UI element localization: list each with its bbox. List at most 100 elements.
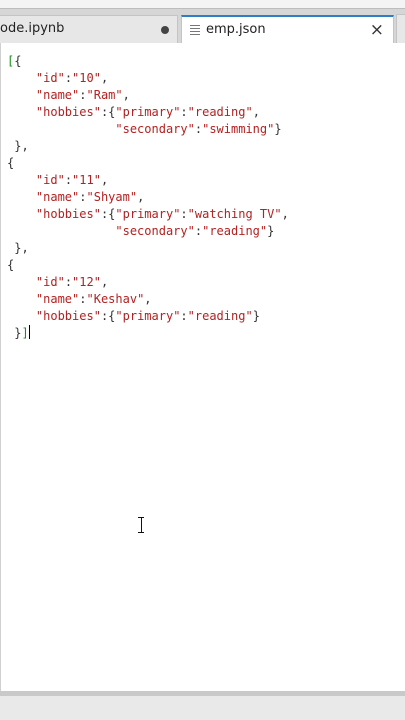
code-line[interactable]: { [7,155,289,172]
json-string-token: "primary" [115,207,181,221]
json-punctuation [7,292,36,306]
text-cursor-icon [138,517,144,533]
json-punctuation: }, [7,139,29,153]
json-punctuation: : [194,122,203,136]
json-punctuation: :{ [100,309,116,323]
json-punctuation [7,190,36,204]
code-line[interactable]: "hobbies":{"primary":"watching TV", [7,206,289,223]
json-string-token: "Shyam" [86,190,138,204]
json-string-token: "reading" [202,224,268,238]
json-punctuation: , [137,190,145,204]
code-line[interactable]: "name":"Ram", [7,87,289,104]
json-punctuation: { [14,54,22,68]
tab-emp-json-label: emp.json [206,22,266,37]
code-line[interactable]: }, [7,138,289,155]
json-string-token: "secondary" [115,224,195,238]
json-punctuation: :{ [100,105,116,119]
code-line[interactable]: [{ [7,53,289,70]
json-string-token: "reading" [187,105,253,119]
json-punctuation: : [79,88,87,102]
tab-emp-json[interactable]: emp.json × [181,15,394,44]
json-punctuation: , [100,71,109,85]
json-punctuation: } [274,122,282,136]
json-string-token: "11" [72,173,101,187]
json-punctuation: } [267,224,275,238]
json-punctuation [7,105,36,119]
code-line[interactable]: "id":"10", [7,70,289,87]
json-punctuation [7,275,36,289]
code-line[interactable]: { [7,257,289,274]
json-string-token: "id" [35,71,65,85]
code-line[interactable]: "hobbies":{"primary":"reading", [7,104,289,121]
json-punctuation: , [100,173,109,187]
json-string-token: "secondary" [115,122,195,136]
code-line[interactable]: "hobbies":{"primary":"reading"} [7,308,289,325]
json-string-token: "hobbies" [35,207,101,221]
json-string-token: "watching TV" [187,207,282,221]
json-punctuation [7,71,36,85]
json-punctuation: : [180,309,188,323]
json-punctuation: } [7,326,22,340]
json-punctuation [7,122,115,136]
tab-notebook-label: ode.ipynb [0,21,65,36]
json-string-token: "hobbies" [35,309,101,323]
json-string-token: "hobbies" [35,105,101,119]
json-string-token: "swimming" [202,122,275,136]
json-punctuation: { [7,258,15,272]
json-punctuation: } [252,309,260,323]
json-punctuation: : [180,105,188,119]
json-punctuation: , [281,207,289,221]
json-punctuation [7,309,36,323]
tab-bar: ode.ipynb emp.json × [0,8,405,44]
json-string-token: "id" [35,173,65,187]
json-string-token: "name" [35,88,80,102]
code-line[interactable]: }, [7,240,289,257]
status-bar [0,691,405,720]
json-punctuation [7,173,36,187]
tab-notebook[interactable]: ode.ipynb [0,15,178,44]
json-punctuation: : [79,292,87,306]
code-editor[interactable]: [{ "id":"10", "name":"Ram", "hobbies":{"… [0,43,405,691]
json-punctuation: , [252,105,260,119]
json-punctuation: { [7,156,15,170]
json-punctuation: : [180,207,188,221]
json-string-token: "10" [72,71,101,85]
json-punctuation [7,224,115,238]
code-line[interactable]: "secondary":"reading"} [7,223,289,240]
tab-overflow[interactable] [396,14,405,43]
window-top-strip [0,0,405,8]
json-string-token: "primary" [115,309,181,323]
unsaved-dot-icon [161,26,169,34]
code-line[interactable]: "name":"Keshav", [7,291,289,308]
json-punctuation: : [79,190,87,204]
json-string-token: "Keshav" [86,292,145,306]
code-line[interactable]: "secondary":"swimming"} [7,121,289,138]
json-punctuation: : [194,224,203,238]
json-punctuation [7,88,36,102]
code-line[interactable]: "id":"11", [7,172,289,189]
json-string-token: "name" [35,190,80,204]
json-punctuation: , [100,275,109,289]
json-punctuation: , [122,88,130,102]
code-line[interactable]: "name":"Shyam", [7,189,289,206]
json-string-token: "primary" [115,105,181,119]
json-punctuation: : [64,173,73,187]
text-caret [28,325,30,339]
code-line[interactable]: "id":"12", [7,274,289,291]
code-line[interactable]: }] [7,325,289,342]
json-punctuation: }, [7,241,29,255]
json-string-token: "id" [35,275,65,289]
json-string-token: "Ram" [86,88,123,102]
close-icon[interactable]: × [370,19,384,41]
json-punctuation: , [144,292,152,306]
matched-bracket: ] [21,326,29,340]
json-punctuation: : [64,275,73,289]
json-punctuation: : [64,71,73,85]
json-string-token: "12" [72,275,101,289]
json-punctuation [7,207,36,221]
text-file-icon [190,25,200,36]
json-string-token: "reading" [187,309,253,323]
code-content[interactable]: [{ "id":"10", "name":"Ram", "hobbies":{"… [7,53,289,342]
json-string-token: "name" [35,292,80,306]
json-punctuation: :{ [100,207,116,221]
